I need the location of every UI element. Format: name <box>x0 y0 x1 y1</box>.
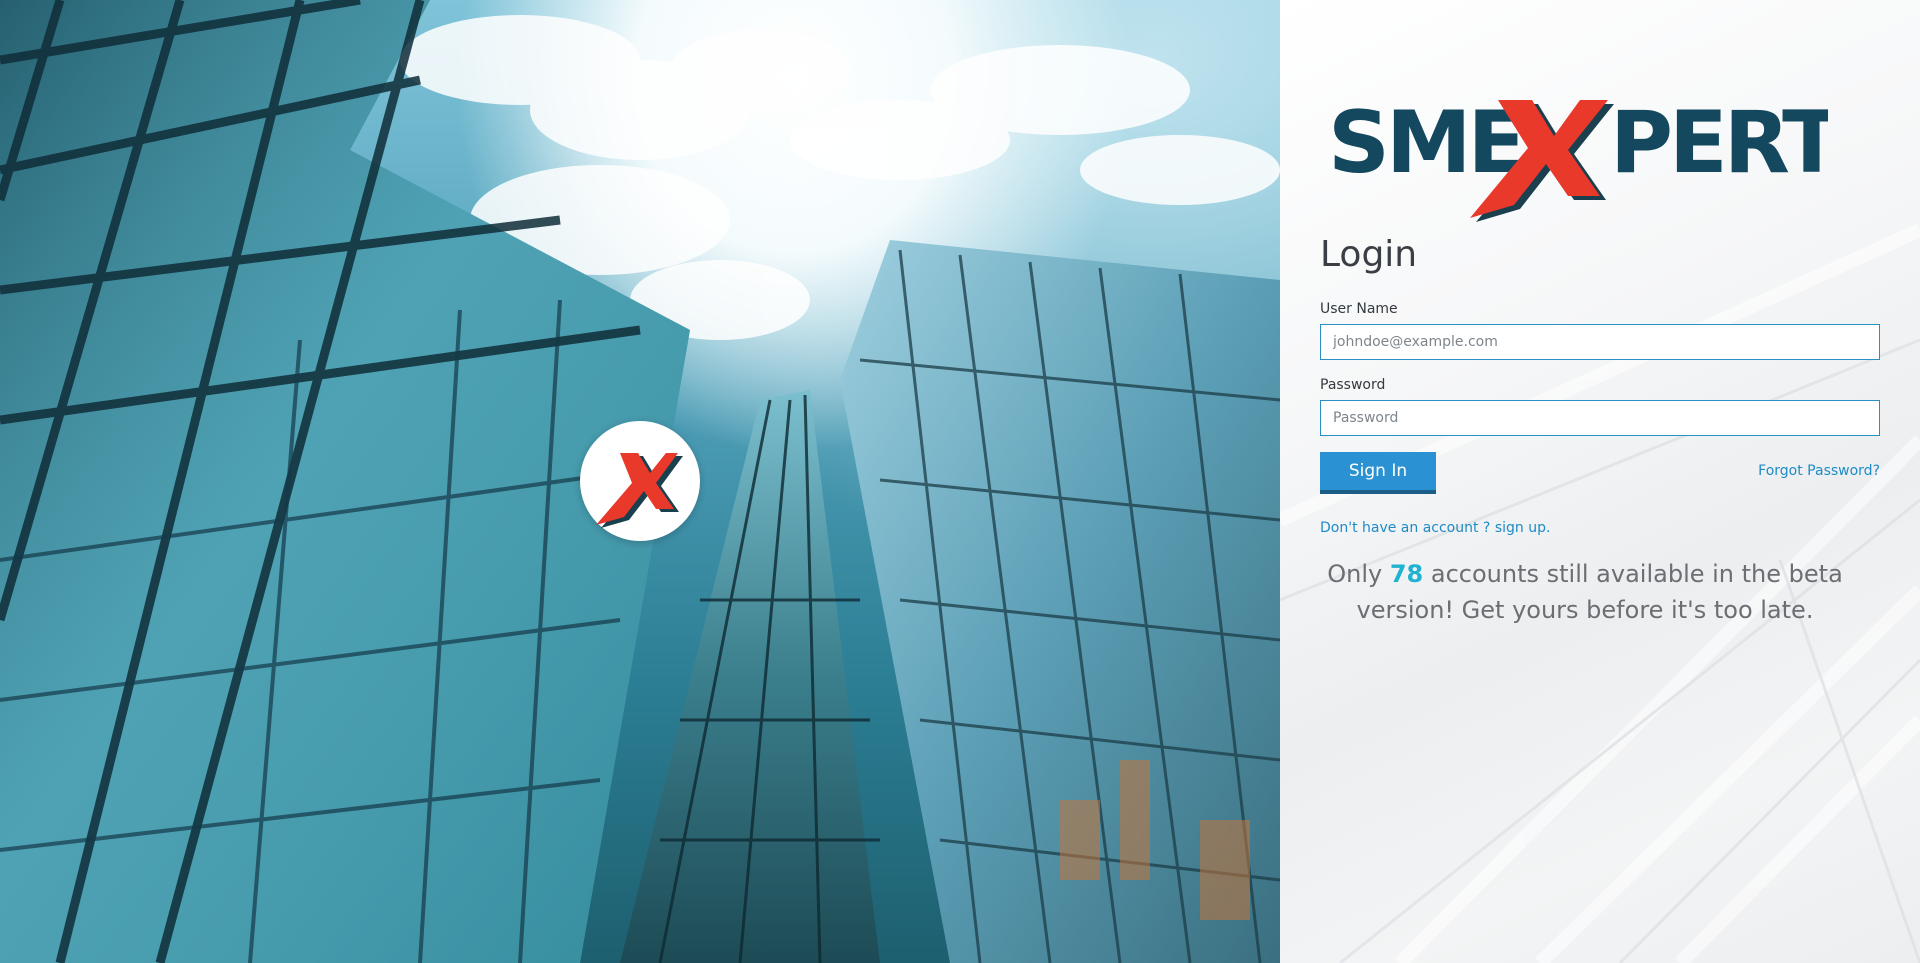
beta-notice-suffix: accounts still available in the beta ver… <box>1356 560 1843 624</box>
x-logo-icon <box>580 421 700 541</box>
sign-in-button[interactable]: Sign In <box>1320 452 1436 494</box>
smexpert-logo: SME PERT <box>1328 93 1828 222</box>
beta-accounts-count: 78 <box>1389 560 1424 588</box>
username-label: User Name <box>1320 301 1398 317</box>
beta-notice: Only 78 accounts still available in the … <box>1320 556 1850 628</box>
login-panel: SME PERT Login User Name Password Sign I… <box>1280 0 1920 963</box>
logo-text-sme: SME <box>1328 93 1522 193</box>
logo-text-pert: PERT <box>1610 93 1828 193</box>
form-actions: Sign In Forgot Password? <box>1320 452 1880 496</box>
password-label: Password <box>1320 377 1386 393</box>
brand-logo: SME PERT <box>1328 90 1828 225</box>
page-title: Login <box>1320 234 1418 275</box>
hero-image <box>0 0 1280 963</box>
username-input[interactable] <box>1320 324 1880 360</box>
login-form: Login User Name Password Sign In Forgot … <box>1320 230 1880 628</box>
login-page: SME PERT Login User Name Password Sign I… <box>0 0 1920 963</box>
signup-link[interactable]: Don't have an account ? sign up. <box>1320 520 1550 536</box>
password-input[interactable] <box>1320 400 1880 436</box>
forgot-password-link[interactable]: Forgot Password? <box>1758 463 1880 479</box>
beta-notice-prefix: Only <box>1327 560 1383 588</box>
